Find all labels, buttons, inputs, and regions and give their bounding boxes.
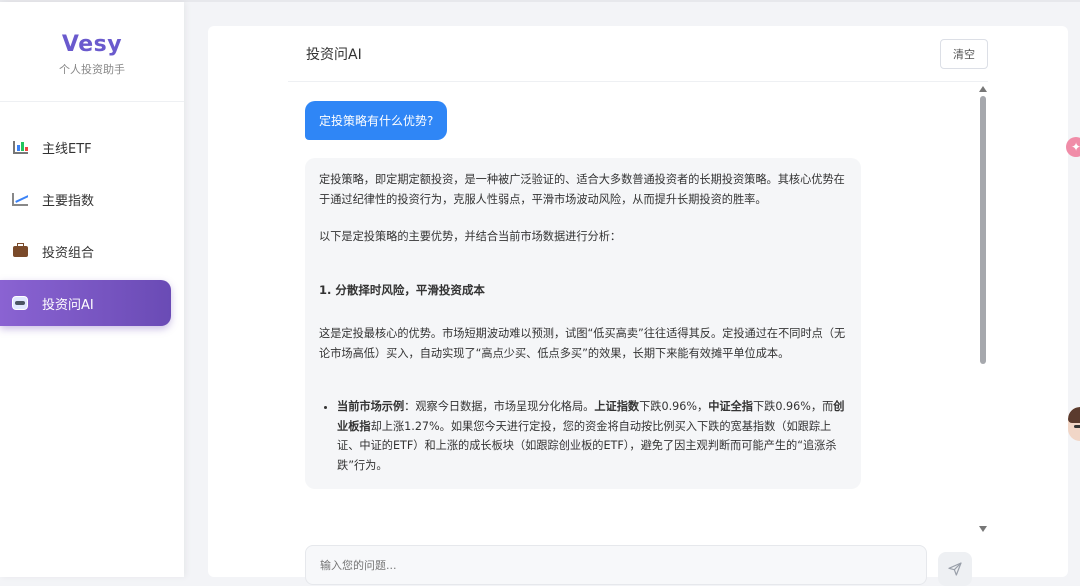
clear-button[interactable]: 清空 — [940, 38, 988, 69]
question-input[interactable] — [305, 545, 927, 585]
ai-paragraph: 以下是定投策略的主要优势，并结合当前市场数据进行分析： — [319, 230, 622, 243]
bar-chart-icon — [11, 138, 29, 156]
list-text: 下跌0.96%，而 — [752, 400, 834, 413]
bold-text: 上证指数 — [594, 400, 640, 413]
ai-message: 定投策略，即定期定额投资，是一种被广泛验证的、适合大多数普通投资者的长期投资策略… — [305, 158, 861, 489]
brand-subtitle: 个人投资助手 — [59, 63, 125, 76]
robot-icon — [11, 294, 29, 312]
brand: Vesy 个人投资助手 — [0, 2, 184, 102]
line-chart-icon — [11, 190, 29, 208]
sidebar-item-label: 主线ETF — [42, 141, 92, 157]
bold-text: 当前市场示例 — [337, 400, 405, 413]
ai-list: 当前市场示例：观察今日数据，市场呈现分化格局。上证指数下跌0.96%，中证全指下… — [337, 397, 848, 475]
sidebar-item-label: 主要指数 — [42, 193, 95, 209]
bold-text: 中证全指 — [708, 400, 753, 413]
send-icon — [948, 562, 962, 576]
assistant-float-icon[interactable]: ✦ — [1066, 137, 1080, 157]
sidebar-nav: 主线ETF 主要指数 投资组合 投资问AI — [0, 102, 184, 326]
avatar[interactable] — [1068, 407, 1080, 441]
ai-paragraph: 这是定投最核心的优势。市场短期波动难以预测，试图“低买高卖”往往适得其反。定投通… — [319, 327, 846, 360]
scroll-down-icon[interactable] — [979, 526, 987, 532]
list-text: 下跌0.96%， — [639, 400, 709, 413]
list-text: 却上涨1.27%。如果您今天进行定投，您的资金将自动按比例买入下跌的宽基指数（如… — [337, 419, 837, 472]
page-title: 投资问AI — [306, 46, 362, 63]
chat-panel: 投资问AI 清空 定投策略有什么优势? 定投策略，即定期定额投资，是一种被广泛验… — [208, 26, 1068, 586]
message-list[interactable]: 定投策略有什么优势? 定投策略，即定期定额投资，是一种被广泛验证的、适合大多数普… — [305, 101, 865, 531]
sidebar-item-portfolio[interactable]: 投资组合 — [0, 228, 171, 274]
chat-header: 投资问AI 清空 — [288, 26, 988, 82]
brand-logo: Vesy — [61, 32, 123, 57]
sidebar-item-indices[interactable]: 主要指数 — [0, 176, 171, 222]
sidebar-item-etf[interactable]: 主线ETF — [0, 124, 171, 170]
list-item: 当前市场示例：观察今日数据，市场呈现分化格局。上证指数下跌0.96%，中证全指下… — [337, 397, 848, 475]
sidebar: Vesy 个人投资助手 主线ETF 主要指数 投资组合 投资问AI — [0, 2, 184, 577]
sidebar-item-ask-ai[interactable]: 投资问AI — [0, 280, 171, 326]
scrollbar[interactable] — [979, 84, 987, 532]
send-button[interactable] — [938, 552, 972, 586]
sidebar-item-label: 投资问AI — [42, 297, 94, 313]
sidebar-item-label: 投资组合 — [42, 245, 95, 261]
user-message: 定投策略有什么优势? — [305, 101, 448, 140]
ai-heading: 1. 分散择时风险，平滑投资成本 — [319, 282, 485, 297]
ai-paragraph: 定投策略，即定期定额投资，是一种被广泛验证的、适合大多数普通投资者的长期投资策略… — [319, 173, 845, 206]
scroll-up-icon[interactable] — [979, 86, 987, 92]
scroll-thumb[interactable] — [980, 96, 986, 364]
list-text: ：观察今日数据，市场呈现分化格局。 — [404, 400, 595, 413]
briefcase-icon — [11, 242, 29, 260]
